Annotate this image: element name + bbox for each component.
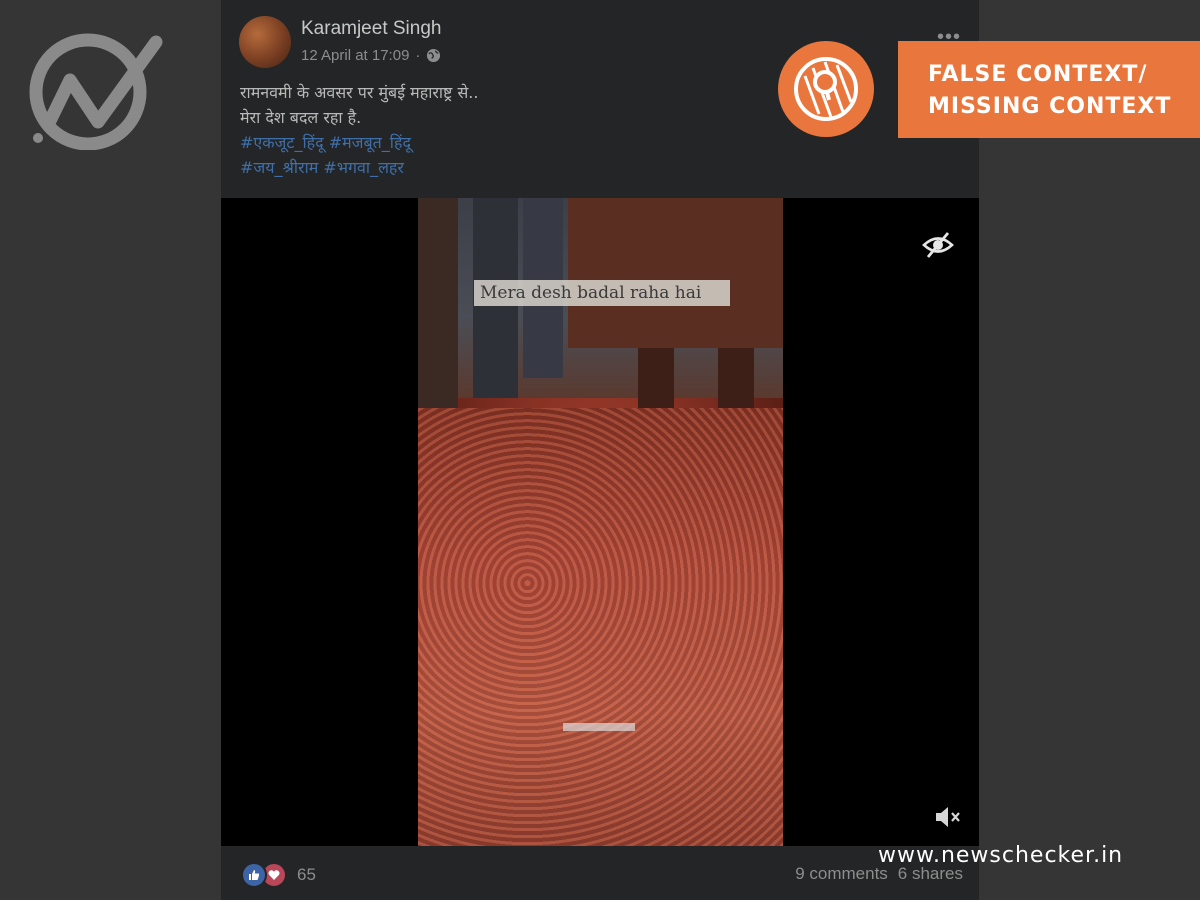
hashtags-line[interactable]: #एकजूट_हिंदू #मजबूत_हिंदू <box>240 130 478 155</box>
post-text: रामनवमी के अवसर पर मुंबई महाराष्ट्र से..… <box>240 80 478 180</box>
verdict-line: MISSING CONTEXT <box>928 94 1172 119</box>
avatar[interactable] <box>239 16 291 68</box>
facebook-post-card: Karamjeet Singh 12 April at 17:09 · ••• … <box>221 0 979 900</box>
video-scene-bridge <box>568 198 783 348</box>
post-timestamp[interactable]: 12 April at 17:09 <box>301 47 409 64</box>
like-icon <box>241 862 267 888</box>
eye-off-icon[interactable] <box>921 228 955 262</box>
video-scene-banner <box>563 723 635 731</box>
post-text-line: रामनवमी के अवसर पर मुंबई महाराष्ट्र से.. <box>240 83 479 102</box>
globe-icon <box>427 48 441 63</box>
watermark: www.newschecker.in <box>878 843 1124 868</box>
newschecker-logo-icon <box>29 33 163 150</box>
mute-icon[interactable] <box>933 804 963 830</box>
magnifier-badge-icon <box>794 57 858 121</box>
author-name[interactable]: Karamjeet Singh <box>301 18 441 40</box>
post-text-line: मेरा देश बदल रहा है. <box>240 108 362 127</box>
verdict-label: FALSE CONTEXT/ MISSING CONTEXT <box>898 41 1200 138</box>
hashtags-line[interactable]: #जय_श्रीराम #भगवा_लहर <box>240 155 478 180</box>
verdict-line: FALSE CONTEXT/ <box>928 62 1148 87</box>
post-footer: 65 9 comments 6 shares <box>221 846 979 900</box>
reactions-summary[interactable]: 65 <box>241 862 316 888</box>
video-scene-crowd <box>418 408 783 846</box>
video-player[interactable]: Mera desh badal raha hai <box>221 198 979 846</box>
meta-separator: · <box>415 47 421 64</box>
verdict-badge-icon <box>778 41 874 137</box>
video-frame: Mera desh badal raha hai <box>418 198 783 846</box>
comments-count[interactable]: 9 comments <box>795 864 888 884</box>
reaction-count: 65 <box>297 865 316 884</box>
post-meta: 12 April at 17:09 · <box>301 47 441 64</box>
video-overlay-caption: Mera desh badal raha hai <box>474 280 730 306</box>
